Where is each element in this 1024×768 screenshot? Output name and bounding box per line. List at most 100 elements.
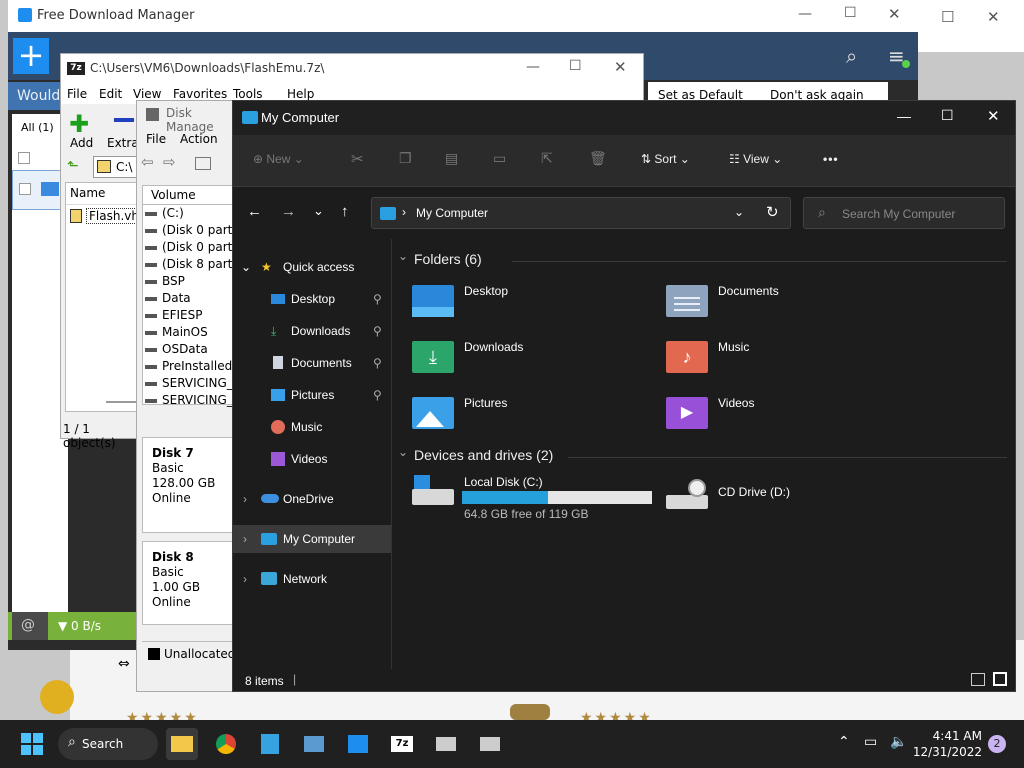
close-button[interactable]: ✕ [888, 5, 901, 23]
folders-header[interactable]: Folders (6) [414, 251, 482, 267]
maximize-button[interactable]: ☐ [569, 58, 582, 74]
scrollbar[interactable] [106, 401, 138, 403]
notification-badge[interactable]: 2 [988, 735, 1006, 753]
folder-pictures[interactable]: Pictures [412, 393, 652, 441]
nav-pictures[interactable]: Pictures ⚲ [233, 381, 391, 409]
close-button[interactable]: ✕ [614, 58, 627, 76]
nav-videos[interactable]: Videos [233, 445, 391, 473]
menu-help[interactable]: Help [287, 87, 314, 101]
delete-icon[interactable]: 🗑 [589, 150, 607, 167]
cut-icon[interactable]: ✂ [351, 150, 364, 168]
app-taskbar-icon[interactable] [254, 728, 286, 760]
collapse-drives-icon[interactable]: ⌄ [398, 445, 408, 459]
volume-row[interactable]: SERVICING_M [143, 392, 236, 409]
nav-music[interactable]: Music [233, 413, 391, 441]
drive-d[interactable]: CD Drive (D:) [666, 475, 906, 523]
add-button[interactable]: Add [70, 136, 93, 150]
volume-row[interactable]: (Disk 8 partiti [143, 256, 236, 273]
disk-taskbar-icon-2[interactable] [474, 728, 506, 760]
volume-row[interactable]: (C:) [143, 205, 236, 222]
recent-chevron-icon[interactable]: ⌄ [313, 203, 324, 219]
volume-row[interactable]: (Disk 0 partiti [143, 222, 236, 239]
rename-icon[interactable]: ▭ [493, 150, 506, 167]
taskbar-search-button[interactable]: ⌕ Search [58, 728, 158, 760]
close-button[interactable]: ✕ [987, 8, 1000, 26]
share-icon[interactable]: ⇱ [541, 150, 553, 167]
maximize-button[interactable]: ☐ [844, 5, 857, 21]
back-arrow-icon[interactable]: ← [247, 203, 262, 220]
volume-row[interactable]: MainOS [143, 324, 236, 341]
volume-icon[interactable]: 🔈 [890, 734, 907, 750]
path-bar[interactable]: C:\ [93, 156, 137, 178]
menu-view[interactable]: View [133, 87, 161, 101]
folder-music[interactable]: ♪ Music [666, 337, 906, 385]
drives-header[interactable]: Devices and drives (2) [414, 447, 553, 463]
sort-button[interactable]: ⇅ Sort ⌄ [641, 152, 690, 166]
menu-edit[interactable]: Edit [99, 87, 122, 101]
disk-7-panel[interactable]: Disk 7 Basic 128.00 GB Online [142, 437, 237, 533]
volume-row[interactable]: (Disk 0 partiti [143, 239, 236, 256]
menu-tools[interactable]: Tools [233, 87, 263, 101]
collapse-folders-icon[interactable]: ⌄ [398, 249, 408, 263]
volume-row[interactable]: OSData [143, 341, 236, 358]
disk-8-panel[interactable]: Disk 8 Basic 1.00 GB Online [142, 541, 237, 625]
extract-button[interactable]: Extra [107, 136, 139, 150]
minimize-button[interactable]: — [526, 59, 540, 75]
volume-row[interactable]: SERVICING_F [143, 375, 236, 392]
disk-taskbar-icon[interactable] [430, 728, 462, 760]
search-icon[interactable]: ⌕ [846, 44, 857, 68]
column-header-volume[interactable]: Volume [142, 185, 237, 205]
details-view-icon[interactable] [971, 673, 985, 686]
refresh-icon[interactable]: ↻ [766, 203, 779, 221]
nav-my-computer[interactable]: › My Computer [233, 525, 391, 553]
up-arrow-icon[interactable]: ↑ [341, 203, 349, 220]
forward-arrow-icon[interactable]: ⇨ [163, 153, 176, 171]
new-button[interactable]: ⊕ New ⌄ [253, 152, 304, 166]
properties-icon[interactable] [195, 157, 211, 170]
view-button[interactable]: ☷ View ⌄ [729, 152, 782, 166]
network-manager-taskbar-icon[interactable] [298, 728, 330, 760]
volume-row[interactable]: EFIESP [143, 307, 236, 324]
menu-action[interactable]: Action [180, 132, 218, 146]
minimize-button[interactable]: — [798, 6, 812, 22]
network-status-icon[interactable]: ▭ [864, 734, 877, 750]
search-input[interactable]: ⌕ Search My Computer [803, 197, 1005, 229]
fdm-taskbar-icon[interactable] [342, 728, 374, 760]
address-dropdown-icon[interactable]: ⌄ [734, 205, 744, 219]
column-header-name[interactable]: Name [66, 183, 136, 205]
clock[interactable]: 4:41 AM 12/31/2022 [912, 728, 982, 760]
breadcrumb[interactable]: My Computer [416, 206, 488, 220]
add-download-button[interactable]: + [13, 38, 49, 74]
up-folder-icon[interactable]: ⬑ [67, 158, 79, 174]
folder-desktop[interactable]: Desktop [412, 281, 652, 329]
nav-network[interactable]: › Network [233, 565, 391, 593]
volume-row[interactable]: PreInstalled [143, 358, 236, 375]
nav-downloads[interactable]: ⤓ Downloads ⚲ [233, 317, 391, 345]
folder-documents[interactable]: Documents [666, 281, 906, 329]
nav-documents[interactable]: Documents ⚲ [233, 349, 391, 377]
menu-file[interactable]: File [146, 132, 166, 146]
drive-c[interactable]: Local Disk (C:) 64.8 GB free of 119 GB [412, 475, 662, 521]
maximize-button[interactable]: ☐ [941, 8, 954, 26]
chevron-up-icon[interactable]: ⌃ [838, 734, 850, 750]
volume-row[interactable]: BSP [143, 273, 236, 290]
snail-mode-icon[interactable]: @ [12, 612, 48, 640]
folder-downloads[interactable]: ⤓ Downloads [412, 337, 652, 385]
minimize-button[interactable]: — [897, 108, 911, 124]
menu-file[interactable]: File [67, 87, 87, 101]
select-all-checkbox[interactable] [18, 152, 30, 164]
chrome-taskbar-icon[interactable] [210, 728, 242, 760]
maximize-button[interactable]: ☐ [941, 107, 954, 124]
file-explorer-taskbar-icon[interactable] [166, 728, 198, 760]
close-button[interactable]: ✕ [987, 107, 1000, 125]
nav-desktop[interactable]: Desktop ⚲ [233, 285, 391, 313]
tiles-view-icon[interactable] [993, 672, 1007, 686]
menu-favorites[interactable]: Favorites [173, 87, 227, 101]
address-bar[interactable]: › My Computer ⌄ ↻ [371, 197, 791, 229]
back-arrow-icon[interactable]: ⇦ [141, 153, 154, 171]
windows-start-button[interactable] [16, 728, 48, 760]
7zip-taskbar-icon[interactable]: 7z [386, 728, 418, 760]
volume-row[interactable]: Data [143, 290, 236, 307]
nav-onedrive[interactable]: › OneDrive [233, 485, 391, 513]
nav-quick-access[interactable]: ⌄ ★ Quick access [233, 253, 391, 281]
